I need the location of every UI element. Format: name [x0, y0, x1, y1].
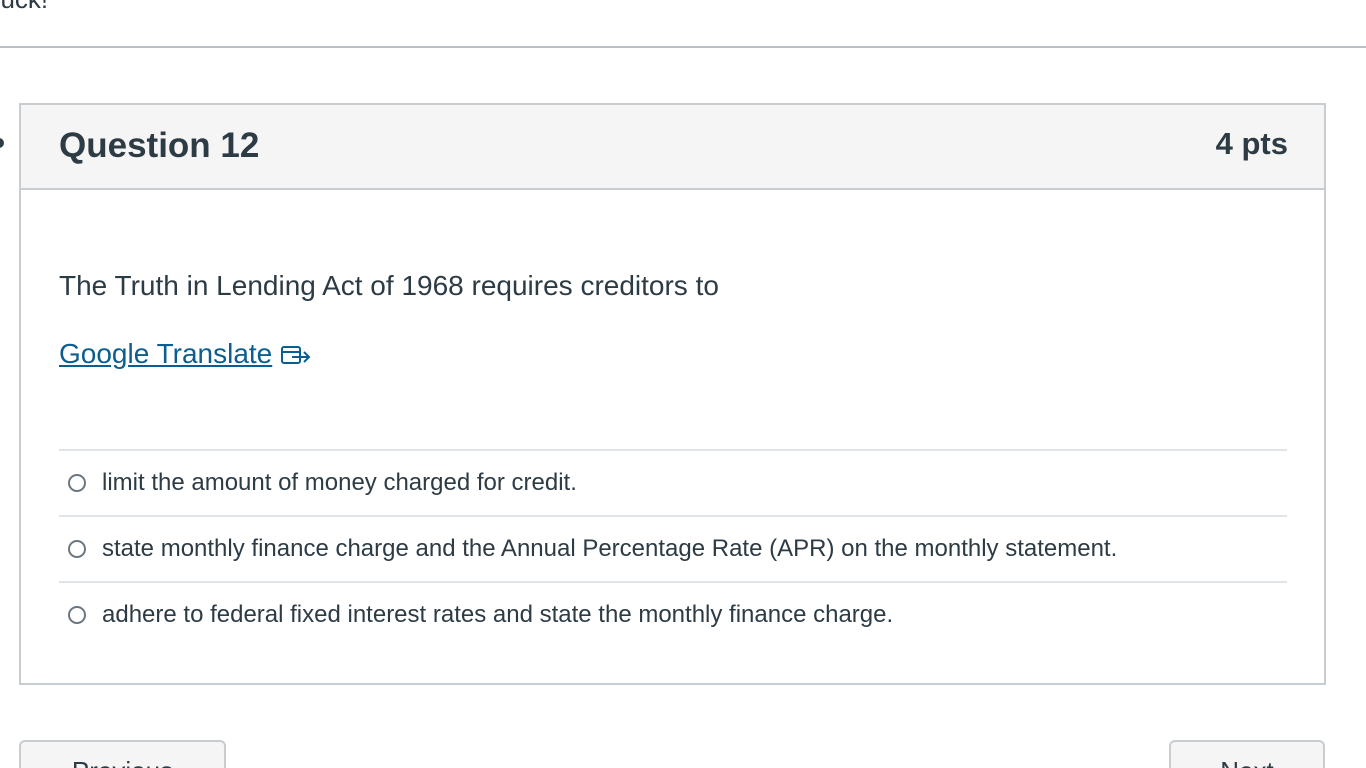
- answer-option[interactable]: limit the amount of money charged for cr…: [59, 449, 1287, 515]
- partial-heading-text: Luck!: [0, 0, 48, 15]
- radio-button[interactable]: [68, 474, 86, 492]
- answer-label: limit the amount of money charged for cr…: [102, 469, 577, 496]
- answer-option[interactable]: state monthly finance charge and the Ann…: [59, 515, 1287, 581]
- question-title: Question 12: [59, 126, 260, 165]
- section-divider: [0, 46, 1366, 48]
- question-text: The Truth in Lending Act of 1968 require…: [59, 270, 719, 301]
- next-button[interactable]: Next: [1169, 740, 1325, 768]
- question-card: Question 12 4 pts The Truth in Lending A…: [19, 103, 1326, 685]
- answer-label: state monthly finance charge and the Ann…: [102, 535, 1118, 562]
- answer-list: limit the amount of money charged for cr…: [59, 449, 1287, 647]
- answer-option[interactable]: adhere to federal fixed interest rates a…: [59, 581, 1287, 647]
- question-points: 4 pts: [1215, 126, 1288, 161]
- previous-button[interactable]: Previous: [19, 740, 226, 768]
- google-translate-link[interactable]: Google Translate: [59, 338, 312, 370]
- radio-button[interactable]: [68, 606, 86, 624]
- answer-label: adhere to federal fixed interest rates a…: [102, 601, 894, 628]
- external-link-icon: [280, 342, 312, 366]
- google-translate-link-label: Google Translate: [59, 338, 273, 369]
- question-header: Question 12 4 pts: [21, 105, 1324, 190]
- question-marker-icon: [0, 138, 4, 148]
- radio-button[interactable]: [68, 540, 86, 558]
- quiz-page: Luck! Question 12 4 pts The Truth in Len…: [0, 0, 1366, 768]
